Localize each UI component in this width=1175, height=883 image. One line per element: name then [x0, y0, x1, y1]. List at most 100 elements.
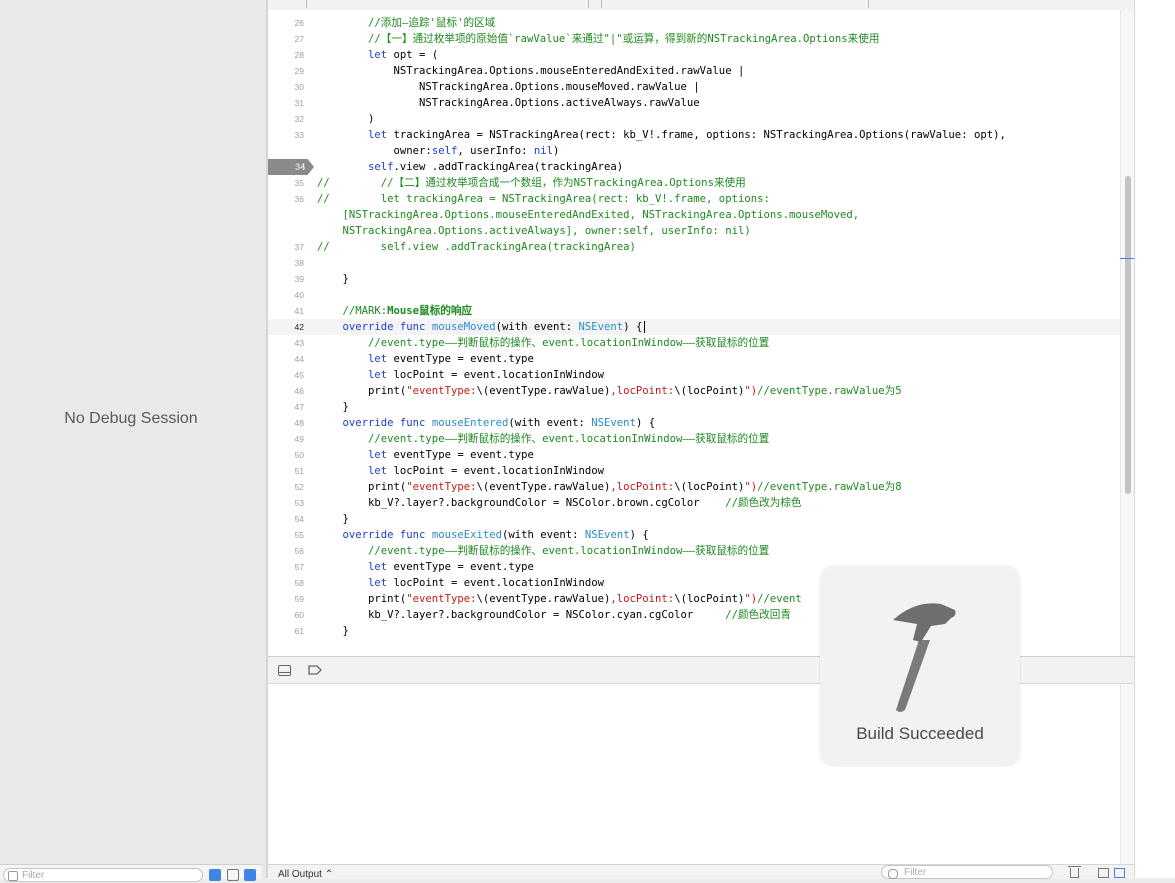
code-token: print(	[317, 385, 407, 397]
show-variables-icon[interactable]	[1098, 868, 1109, 878]
filter-list-icon[interactable]	[227, 869, 239, 881]
code-line[interactable]: 30 NSTrackingArea.Options.mouseMoved.raw…	[268, 79, 1120, 95]
console-filter-input[interactable]: Filter	[881, 865, 1053, 879]
code-line[interactable]: 45 let locPoint = event.locationInWindow	[268, 367, 1120, 383]
code-line[interactable]: 36 // let trackingArea = NSTrackingArea(r…	[268, 191, 1120, 207]
code-text: self.view .addTrackingArea(trackingArea)	[317, 159, 623, 175]
code-token: (with event:	[495, 321, 579, 333]
code-line[interactable]: 44 let eventType = event.type	[268, 351, 1120, 367]
code-token: kb_V?.layer?.backgroundColor = NSColor.b…	[317, 497, 726, 509]
code-token: \(locPoint)	[674, 481, 745, 493]
code-line[interactable]: 38	[268, 255, 1120, 271]
code-text: NSTrackingArea.Options.mouseEnteredAndEx…	[317, 63, 745, 79]
code-token: let	[368, 129, 388, 141]
line-number: 61	[294, 626, 304, 636]
trash-icon[interactable]	[1068, 866, 1081, 878]
code-line[interactable]: 48 override func mouseEntered(with event…	[268, 415, 1120, 431]
line-number: 41	[294, 306, 304, 316]
code-line[interactable]: 42 override func mouseMoved(with event: …	[268, 319, 1120, 335]
code-text: owner:self, userInfo: nil)	[317, 143, 560, 159]
line-number: 31	[294, 98, 304, 108]
code-token: }	[317, 401, 349, 413]
console-scrollbar[interactable]	[1120, 684, 1135, 878]
output-selector[interactable]: All Output ⌃	[278, 869, 333, 880]
code-line[interactable]: 27 //【一】通过枚举项的原始值`rawValue`来通过"|"或运算，得到新…	[268, 31, 1120, 47]
code-line[interactable]: 31 NSTrackingArea.Options.activeAlways.r…	[268, 95, 1120, 111]
code-line[interactable]: 39 }	[268, 271, 1120, 287]
no-debug-session-label: No Debug Session	[64, 410, 198, 427]
code-text: let opt = (	[317, 47, 438, 63]
line-number: 45	[294, 370, 304, 380]
code-line[interactable]: 47 }	[268, 399, 1120, 415]
filter-person-icon[interactable]	[244, 869, 256, 881]
code-line[interactable]: 43 //event.type——判断鼠标的操作、event.locationI…	[268, 335, 1120, 351]
code-token: )	[317, 113, 375, 125]
tab-separator	[868, 0, 869, 8]
code-text: // self.view .addTrackingArea(trackingAr…	[317, 239, 636, 255]
code-line[interactable]: 29 NSTrackingArea.Options.mouseEnteredAn…	[268, 63, 1120, 79]
code-text: override func mouseEntered(with event: N…	[317, 415, 656, 431]
code-line[interactable]: 28 let opt = (	[268, 47, 1120, 63]
code-line[interactable]: 55 override func mouseExited(with event:…	[268, 527, 1120, 543]
code-token: self	[368, 161, 394, 173]
code-line[interactable]: 51 let locPoint = event.locationInWindow	[268, 463, 1120, 479]
code-line[interactable]: 46 print("eventType:\(eventType.rawValue…	[268, 383, 1120, 399]
line-number: 36	[294, 194, 304, 204]
code-token: mouseExited	[431, 529, 502, 541]
code-line[interactable]: 33 let trackingArea = NSTrackingArea(rec…	[268, 127, 1120, 143]
code-token: mouseMoved	[431, 321, 496, 333]
code-token: ")	[744, 593, 758, 605]
breakpoint-toggle-icon[interactable]	[308, 665, 322, 675]
inspector-pane	[1134, 0, 1175, 878]
code-line[interactable]: 50 let eventType = event.type	[268, 447, 1120, 463]
editor-scroll-thumb[interactable]	[1125, 176, 1131, 494]
code-line[interactable]: NSTrackingArea.Options.activeAlways], ow…	[268, 223, 1120, 239]
code-text: //MARK:Mouse鼠标的响应	[317, 303, 473, 319]
code-text: }	[317, 399, 349, 415]
code-line[interactable]: 26 //添加—追踪'鼠标'的区域	[268, 15, 1120, 31]
code-line[interactable]: 32 )	[268, 111, 1120, 127]
code-text: }	[317, 271, 349, 287]
code-line[interactable]: owner:self, userInfo: nil)	[268, 143, 1120, 159]
code-token: let	[368, 577, 388, 589]
code-line[interactable]: [NSTrackingArea.Options.mouseEnteredAndE…	[268, 207, 1120, 223]
line-number: 34	[294, 162, 304, 172]
line-number: 32	[294, 114, 304, 124]
code-token: // //【二】通过枚举项合成一个数组，作为NSTrackingArea.Opt…	[317, 177, 746, 189]
code-token: eventType = event.type	[387, 561, 534, 573]
code-token: // let trackingArea = NSTrackingArea(rec…	[317, 193, 770, 205]
source-editor[interactable]: 34 26 //添加—追踪'鼠标'的区域 27 //【一】通过枚举项的原始值`ra…	[268, 10, 1120, 656]
code-token: }	[317, 273, 349, 285]
code-token: //MARK:	[342, 305, 388, 317]
code-token: eventType = event.type	[387, 449, 534, 461]
line-number: 47	[294, 402, 304, 412]
code-token: trackingArea = NSTrackingArea(rect: kb_V…	[387, 129, 1006, 141]
code-line[interactable]: 56 //event.type——判断鼠标的操作、event.locationI…	[268, 543, 1120, 559]
show-console-icon[interactable]	[1114, 868, 1125, 878]
code-token: \(eventType.rawValue)	[476, 385, 611, 397]
code-line[interactable]: 40	[268, 287, 1120, 303]
editor-scrollbar[interactable]	[1120, 10, 1135, 656]
hide-debug-area-icon[interactable]	[278, 665, 291, 676]
code-line[interactable]: 34 self.view .addTrackingArea(trackingAr…	[268, 159, 1120, 175]
line-number: 48	[294, 418, 304, 428]
code-line[interactable]: 54 }	[268, 511, 1120, 527]
code-token: )	[553, 145, 560, 157]
code-line[interactable]: 49 //event.type——判断鼠标的操作、event.locationI…	[268, 431, 1120, 447]
code-token: NSTrackingArea.Options.activeAlways], ow…	[317, 225, 751, 237]
code-token: }	[317, 625, 349, 637]
code-line[interactable]: 35 // //【二】通过枚举项合成一个数组，作为NSTrackingArea.O…	[268, 175, 1120, 191]
code-line[interactable]: 37 // self.view .addTrackingArea(tracking…	[268, 239, 1120, 255]
navigator-filter-input[interactable]: Filter	[3, 868, 203, 882]
line-number: 58	[294, 578, 304, 588]
filter-option-icon[interactable]	[209, 869, 221, 881]
code-token: ")	[744, 481, 758, 493]
code-text: }	[317, 511, 349, 527]
code-line[interactable]: 53 kb_V?.layer?.backgroundColor = NSColo…	[268, 495, 1120, 511]
line-number: 55	[294, 530, 304, 540]
code-line[interactable]: 41 //MARK:Mouse鼠标的响应	[268, 303, 1120, 319]
code-line[interactable]: 52 print("eventType:\(eventType.rawValue…	[268, 479, 1120, 495]
